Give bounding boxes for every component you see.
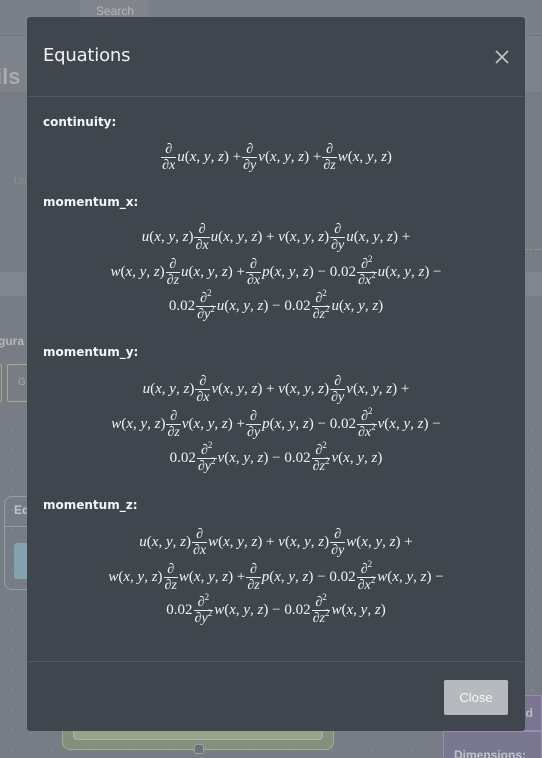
equation-label-momentum-y: momentum_y:	[43, 345, 139, 359]
equation-momentum-x-line: w(x, y, z) ∂ ∂z u(x, y, z) + ∂ ∂x p(x, y, z) −…	[110, 254, 442, 289]
partial-derivative-fraction: ∂ ∂x	[191, 527, 208, 558]
close-button[interactable]: Close	[444, 680, 508, 715]
equation-momentum-z-line: w(x, y, z) ∂ ∂z w(x, y, z) + ∂ ∂z p(x, y, z) −…	[108, 559, 444, 594]
modal-header: Equations	[27, 17, 525, 97]
close-icon[interactable]	[493, 48, 511, 66]
partial-derivative-fraction: ∂ ∂y	[242, 142, 258, 173]
equation-label-continuity: continuity:	[43, 115, 117, 129]
partial-derivative-fraction: ∂2 ∂x2	[356, 559, 377, 593]
equation-momentum-z-line: u(x, y, z) ∂ ∂x w(x, y, z) + v(x, y, z) ∂ ∂y w…	[139, 527, 413, 558]
equation-label-momentum-z: momentum_z:	[43, 498, 138, 512]
partial-derivative-fraction: ∂ ∂z	[246, 562, 261, 593]
partial-derivative-fraction: ∂ ∂y	[330, 222, 346, 253]
background-faded-label: Un	[14, 176, 27, 187]
partial-derivative-fraction: ∂ ∂x	[245, 257, 262, 288]
partial-derivative-fraction: ∂2 ∂x2	[356, 254, 377, 288]
partial-derivative-fraction: ∂ ∂z	[163, 562, 178, 593]
partial-derivative-fraction: ∂2 ∂z2	[311, 592, 331, 626]
partial-derivative-fraction: ∂ ∂y	[330, 527, 346, 558]
equation-momentum-y-line: 0.02 ∂2 ∂y2 v(x, y, z) − 0.02 ∂2 ∂z2 v(x, y, z…	[169, 440, 383, 475]
partial-derivative-fraction: ∂2 ∂y2	[196, 440, 217, 474]
background-purple-node-field: Dimensions:	[443, 731, 542, 758]
partial-derivative-fraction: ∂2 ∂z2	[311, 440, 331, 474]
equation-momentum-y-line: u(x, y, z) ∂ ∂x v(x, y, z) + v(x, y, z) ∂ ∂y v…	[142, 374, 410, 405]
background-page-title: ils	[0, 64, 21, 89]
partial-derivative-fraction: ∂ ∂z	[322, 142, 337, 173]
modal-body: continuity: ∂ ∂x u(x, y, z) + ∂ ∂y v(x, y, z)…	[27, 98, 525, 661]
partial-derivative-fraction: ∂ ∂x	[161, 142, 177, 173]
partial-derivative-fraction: ∂2 ∂z2	[311, 288, 331, 322]
partial-derivative-fraction: ∂ ∂x	[195, 374, 211, 405]
equation-momentum-y-line: w(x, y, z) ∂ ∂z v(x, y, z) + ∂ ∂y p(x, y, z) −…	[111, 406, 441, 441]
modal-title: Equations	[43, 45, 131, 66]
equation-momentum-z-line: 0.02 ∂2 ∂y2 w(x, y, z) − 0.02 ∂2 ∂z2 w(x, y, z…	[166, 592, 386, 627]
partial-derivative-fraction: ∂ ∂y	[330, 374, 346, 405]
background-node-handle	[194, 744, 204, 754]
equation-continuity-line: ∂ ∂x u(x, y, z) + ∂ ∂y v(x, y, z) + ∂ ∂z w(x, y,…	[161, 142, 392, 173]
partial-derivative-fraction: ∂ ∂y	[245, 409, 262, 440]
partial-derivative-fraction: ∂2 ∂y2	[193, 592, 214, 626]
partial-derivative-fraction: ∂ ∂z	[165, 257, 181, 288]
modal-footer: Close	[27, 661, 525, 731]
partial-derivative-fraction: ∂2 ∂x2	[356, 406, 377, 440]
equation-momentum-x-line: u(x, y, z) ∂ ∂x u(x, y, z) + v(x, y, z) ∂ ∂y u…	[141, 222, 411, 253]
partial-derivative-fraction: ∂ ∂z	[166, 409, 181, 440]
equation-momentum-x-line: 0.02 ∂2 ∂y2 u(x, y, z) − 0.02 ∂2 ∂z2 u(x, y, z…	[168, 288, 384, 323]
background-config-box	[0, 364, 2, 402]
equation-label-momentum-x: momentum_x:	[43, 195, 139, 209]
background-config-label: gura	[0, 334, 25, 348]
equations-modal: Equations continuity: ∂ ∂x u(x, y, z) + ∂ ∂y…	[27, 17, 525, 731]
background-dashed-line	[525, 249, 542, 250]
partial-derivative-fraction: ∂ ∂x	[194, 222, 210, 253]
partial-derivative-fraction: ∂2 ∂y2	[196, 288, 216, 322]
